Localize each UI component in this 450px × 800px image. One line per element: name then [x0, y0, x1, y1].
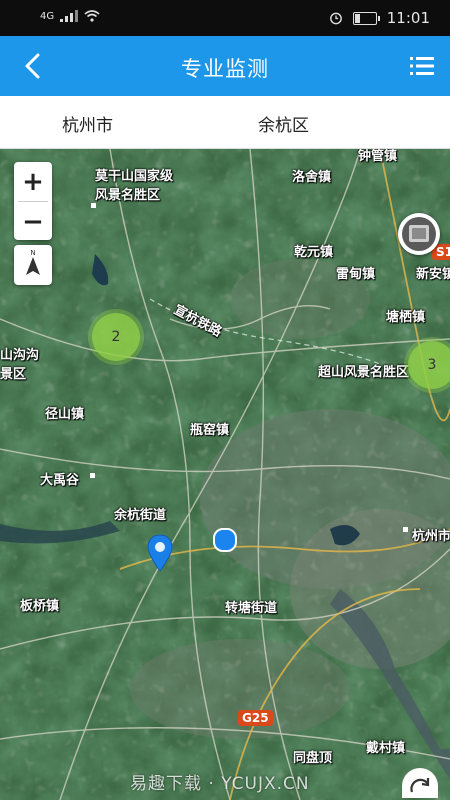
monitor-cluster[interactable]: 2 [92, 313, 140, 361]
alarm-icon [329, 12, 342, 25]
map-view[interactable]: 莫干山国家级 风景名胜区 钟管镇 洛舍镇 乾元镇 雷甸镇 新安镇 宣杭铁路 塘栖… [0, 149, 450, 800]
map-label: 同盘顶 [293, 751, 333, 766]
map-label: 径山镇 [45, 407, 85, 422]
layer-toggle-button[interactable] [398, 213, 440, 255]
region-selector: 杭州市 余杭区 [0, 96, 450, 149]
status-right: 11:01 [329, 9, 430, 27]
map-label: 大禹谷 [40, 473, 80, 488]
poi-dot [403, 527, 408, 532]
current-location-dot [213, 528, 237, 552]
map-label: 戴村镇 [366, 741, 406, 756]
map-label: 乾元镇 [294, 245, 334, 260]
map-label: 塘栖镇 [386, 310, 426, 325]
map-label: 新安镇 [416, 267, 450, 282]
map-label: 瓶窑镇 [190, 423, 230, 438]
status-left: 4G [40, 10, 100, 22]
zoom-in-button[interactable]: + [14, 162, 52, 201]
monitor-cluster[interactable]: 3 [408, 341, 450, 389]
poi-dot [90, 473, 95, 478]
status-time: 11:01 [386, 9, 430, 27]
district-select[interactable]: 余杭区 [258, 111, 309, 136]
zoom-controls: + − [14, 162, 52, 240]
map-label: 超山风景名胜区 [318, 365, 410, 380]
layer-icon [402, 217, 436, 251]
compass-button[interactable]: N [14, 245, 52, 285]
watermark: 易趣下载 · YCUJX.CN [130, 774, 310, 794]
city-select[interactable]: 杭州市 [62, 111, 113, 136]
poi-dot [91, 203, 96, 208]
map-label: 余杭街道 [114, 508, 167, 523]
map-label: 钟管镇 [358, 149, 398, 164]
refresh-icon [410, 778, 430, 793]
compass-icon: N [26, 249, 40, 275]
refresh-button[interactable] [402, 768, 438, 798]
highway-badge: G25 [238, 710, 273, 726]
map-label: 杭州市 [412, 529, 450, 544]
network-type: 4G [40, 10, 55, 22]
map-label: 山沟沟 [0, 348, 40, 363]
location-pin-icon[interactable] [146, 533, 174, 573]
map-label: 板桥镇 [20, 599, 60, 614]
map-label: 风景名胜区 [95, 188, 161, 203]
zoom-out-button[interactable]: − [14, 202, 52, 241]
wifi-icon [84, 10, 100, 22]
map-label: 洛舍镇 [292, 170, 332, 185]
status-bar: 4G 11:01 [0, 0, 450, 36]
map-label: 雷甸镇 [336, 267, 376, 282]
compass-n-label: N [30, 249, 35, 257]
page-title: 专业监测 [181, 57, 269, 81]
map-label: 转塘街道 [225, 601, 278, 616]
app-header: 专业监测 [0, 36, 450, 96]
map-label: 莫干山国家级 [95, 169, 174, 184]
list-menu-icon[interactable] [408, 52, 436, 80]
signal-icon [60, 10, 79, 22]
map-label: 景区 [0, 367, 27, 382]
battery-icon [352, 11, 380, 25]
